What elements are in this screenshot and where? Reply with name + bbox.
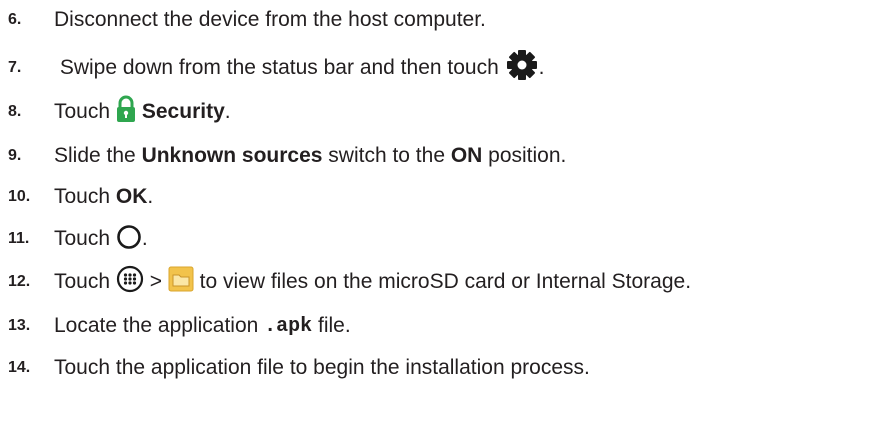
step-text: Slide the Unknown sources switch to the … [54, 144, 567, 167]
step-10: 10. Touch OK. [0, 181, 153, 213]
step-14: 14. Touch the application file to begin … [0, 352, 590, 384]
lock-icon [116, 95, 136, 129]
step-number: 14. [8, 359, 31, 376]
step-11: 11. Touch . [0, 223, 148, 255]
step-text: Touch the application file to begin the … [54, 356, 590, 379]
home-circle-icon [116, 222, 142, 256]
step-number: 8. [8, 103, 22, 120]
step-8: 8. Touch Security . [0, 95, 231, 129]
step-number: 6. [8, 11, 22, 28]
apps-icon [116, 265, 144, 299]
step-number: 9. [8, 147, 22, 164]
step-text: Touch OK. [54, 185, 154, 208]
gear-icon [505, 49, 539, 87]
step-text: Touch > to view files on the microSD car… [54, 265, 691, 299]
step-number: 12. [8, 273, 31, 290]
step-text: Touch Security . [54, 95, 231, 129]
step-number: 7. [8, 59, 22, 76]
step-text: Swipe down from the status bar and then … [54, 49, 544, 87]
step-text: Disconnect the device from the host comp… [54, 8, 486, 31]
step-13: 13. Locate the application .apk file. [0, 310, 351, 342]
step-6: 6. Disconnect the device from the host c… [0, 4, 486, 36]
step-12: 12. Touch > to view files on the microSD… [0, 265, 691, 299]
file-browser-icon [168, 266, 194, 298]
step-7: 7. Swipe down from the status bar and th… [0, 49, 544, 87]
step-number: 13. [8, 317, 31, 334]
step-number: 11. [8, 230, 30, 247]
step-number: 10. [8, 188, 31, 205]
step-text: Locate the application .apk file. [54, 314, 351, 338]
step-9: 9. Slide the Unknown sources switch to t… [0, 140, 566, 172]
step-text: Touch . [54, 222, 148, 256]
